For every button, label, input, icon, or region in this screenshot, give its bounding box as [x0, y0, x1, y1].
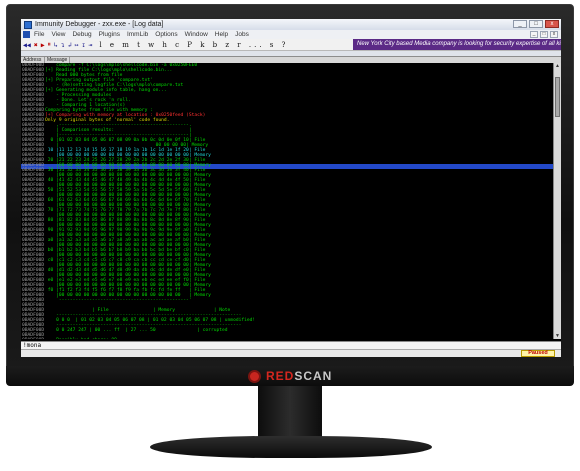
monitor-neck	[258, 386, 322, 438]
window-controls: _ □ x	[513, 20, 559, 28]
redscan-logo-icon	[248, 369, 261, 383]
command-bar[interactable]: !mona	[21, 341, 561, 349]
run-button[interactable]: ▶	[41, 41, 45, 49]
mdi-minimize-button[interactable]: _	[530, 31, 538, 38]
rewind-button[interactable]: ◀◀	[23, 41, 31, 49]
log-line[interactable]: 0 0 247 247 | 00 ... ff | 27 ... 50 | co…	[45, 328, 227, 333]
menu-help[interactable]: Help	[215, 31, 228, 38]
step-over-button[interactable]: ↴	[61, 41, 65, 49]
brand-logo-area: REDSCAN	[248, 368, 332, 384]
pause-button[interactable]: ⏸	[48, 40, 51, 49]
log-line[interactable]: Possibly bad chars: 09	[45, 338, 117, 339]
monitor-base	[150, 436, 432, 458]
scroll-up-icon[interactable]: ▲	[554, 63, 561, 69]
stop-button[interactable]: ✖	[34, 41, 38, 49]
menu-options[interactable]: Options	[155, 31, 177, 38]
log-window-icon	[23, 31, 30, 38]
title-bar[interactable]: Immunity Debugger - zxx.exe - [Log data]…	[21, 19, 561, 30]
menu-jobs[interactable]: Jobs	[235, 31, 249, 38]
news-ticker[interactable]: New York City based Media company is loo…	[353, 39, 561, 50]
minimize-button[interactable]: _	[513, 20, 527, 28]
trace-into-button[interactable]: ↲	[68, 41, 72, 49]
menu-debug[interactable]: Debug	[72, 31, 91, 38]
scroll-down-icon[interactable]: ▼	[554, 333, 561, 339]
maximize-button[interactable]: □	[529, 20, 543, 28]
go-to-button[interactable]: ⇥	[89, 41, 93, 49]
menu-immlib[interactable]: ImmLib	[127, 31, 148, 38]
mdi-maximize-button[interactable]: □	[540, 31, 548, 38]
immunity-app-icon	[24, 20, 32, 29]
menu-window[interactable]: Window	[185, 31, 208, 38]
window-shortcut-letters[interactable]: l e m t w h c P k b z r ... s ?	[99, 41, 288, 49]
window-title: Immunity Debugger - zxx.exe - [Log data]	[35, 21, 164, 28]
log-output[interactable]: 0BADF00D 0BADF00D 0BADF00D 0BADF00D 0BADF00D…	[21, 63, 553, 339]
menu-bar: File View Debug Plugins ImmLib Options W…	[21, 30, 561, 39]
brand-name: REDSCAN	[266, 369, 333, 383]
status-bar: Paused	[21, 349, 561, 357]
log-vertical-scrollbar[interactable]: ▲ ▼	[553, 63, 561, 339]
log-address: 0BADF00D	[22, 338, 44, 339]
mdi-controls: _ □ x	[530, 31, 558, 38]
mdi-close-button[interactable]: x	[550, 31, 558, 38]
menu-file[interactable]: File	[34, 31, 44, 38]
paused-status-badge: Paused	[521, 350, 555, 357]
close-button[interactable]: x	[545, 20, 559, 28]
execute-till-return-button[interactable]: ↧	[82, 41, 86, 49]
monitor-bezel: Immunity Debugger - zxx.exe - [Log data]…	[6, 4, 574, 370]
app-window: Immunity Debugger - zxx.exe - [Log data]…	[21, 19, 561, 357]
trace-over-button[interactable]: ↦	[75, 41, 79, 49]
menu-plugins[interactable]: Plugins	[99, 31, 120, 38]
address-column: 0BADF00D 0BADF00D 0BADF00D 0BADF00D 0BADF00D…	[21, 63, 44, 339]
menu-view[interactable]: View	[51, 31, 65, 38]
log-line[interactable]: `---------------------------------------…	[45, 298, 192, 303]
scroll-thumb[interactable]	[555, 77, 560, 117]
step-into-button[interactable]: ↳	[54, 41, 58, 49]
